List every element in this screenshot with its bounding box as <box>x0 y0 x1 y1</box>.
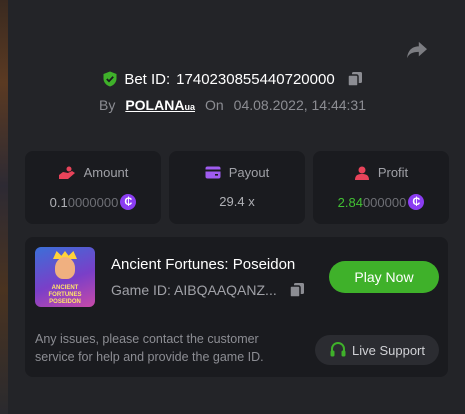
amount-value-dim: 0000000 <box>67 194 119 210</box>
payout-card: Payout 29.4 x <box>169 151 305 224</box>
play-now-button[interactable]: Play Now <box>329 261 439 293</box>
by-label: By <box>98 97 116 113</box>
hand-coins-icon <box>58 166 75 179</box>
user-icon <box>354 166 369 180</box>
live-support-label: Live Support <box>352 342 425 358</box>
profit-label: Profit <box>377 165 409 180</box>
headset-icon <box>330 341 346 357</box>
game-thumbnail[interactable]: ANCIENT FORTUNES POSEIDON <box>35 247 95 307</box>
username-link[interactable]: POLANAua <box>125 97 195 113</box>
bet-id-row: Bet ID: 1740230855440720000 <box>0 68 465 90</box>
thumbnail-logo: ANCIENT FORTUNES POSEIDON <box>35 285 95 306</box>
payout-value: 29.4 x <box>219 194 255 209</box>
amount-value-main: 0.1 <box>49 194 68 210</box>
profit-value-main: 2.84 <box>337 194 363 210</box>
bet-meta-row: By POLANAua On 04.08.2022, 14:44:31 <box>0 95 465 115</box>
username: POLANA <box>125 97 185 113</box>
amount-card: Amount 0.1 0000000 ₵ <box>25 151 161 224</box>
username-suffix: ua <box>184 102 195 112</box>
background-game-strip <box>0 0 8 414</box>
payout-label: Payout <box>228 165 270 180</box>
coin-icon: ₵ <box>120 194 137 210</box>
wallet-icon <box>205 166 221 179</box>
thumbnail-text-2: FORTUNES <box>48 292 82 298</box>
game-id-value: AIBQAAQANZ... <box>174 282 277 298</box>
thumbnail-text-3: POSEIDON <box>49 299 81 305</box>
thumbnail-text-1: ANCIENT <box>51 285 79 291</box>
profit-value-dim: 000000 <box>362 194 407 210</box>
game-card: ANCIENT FORTUNES POSEIDON Ancient Fortun… <box>25 237 448 377</box>
bet-id-label: Bet ID: <box>124 70 171 88</box>
profit-card: Profit 2.84 000000 ₵ <box>313 151 449 224</box>
copy-icon[interactable] <box>288 282 305 298</box>
share-icon[interactable] <box>406 40 428 60</box>
support-message: Any issues, please contact the customer … <box>35 332 264 364</box>
game-id-row: Game ID: AIBQAAQANZ... <box>111 282 305 298</box>
poseidon-figure <box>55 257 75 279</box>
bet-datetime: 04.08.2022, 14:44:31 <box>233 97 366 113</box>
bet-id-value: 1740230855440720000 <box>176 70 335 88</box>
shield-check-icon <box>103 71 117 87</box>
game-title: Ancient Fortunes: Poseidon <box>111 256 296 273</box>
live-support-button[interactable]: Live Support <box>315 335 439 365</box>
coin-icon: ₵ <box>408 194 425 210</box>
on-label: On <box>204 97 224 113</box>
copy-icon[interactable] <box>346 71 363 87</box>
amount-label: Amount <box>83 165 129 180</box>
game-id-label: Game ID: <box>111 282 171 298</box>
